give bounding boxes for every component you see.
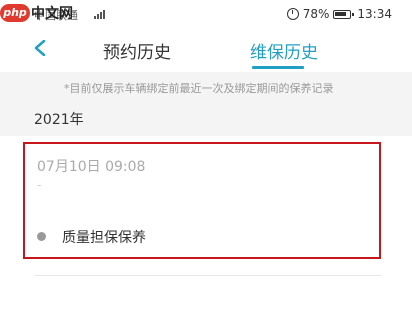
alarm-icon	[286, 8, 299, 20]
clock: 13:34	[357, 7, 392, 21]
divider	[34, 275, 382, 276]
tab-maintenance-history[interactable]: 维保历史	[250, 38, 318, 63]
logo-badge: php	[0, 4, 30, 22]
status-right: 78% 13:34	[286, 7, 392, 21]
signal-icon	[94, 9, 108, 19]
back-arrow-icon[interactable]	[33, 40, 47, 56]
record-datetime: 07月10日 09:08	[37, 159, 146, 175]
notice-text: *目前仅展示车辆绑定前最近一次及绑定期间的保养记录	[64, 82, 334, 95]
battery-percent: 78%	[302, 7, 330, 21]
record-type: 质量担保保养	[62, 230, 146, 246]
site-logo: php 中文网	[0, 3, 73, 23]
tab-booking-history[interactable]: 预约历史	[103, 38, 171, 63]
active-tab-indicator	[252, 66, 304, 69]
maintenance-record-card[interactable]: 07月10日 09:08 - 质量担保保养	[23, 142, 381, 259]
year-header: 2021年	[34, 112, 84, 128]
bullet-dot-icon	[37, 232, 46, 241]
record-subtitle: -	[37, 178, 42, 192]
nav-header: 预约历史 维保历史	[0, 30, 412, 70]
logo-text: 中文网	[31, 6, 73, 22]
battery-icon	[333, 9, 355, 19]
